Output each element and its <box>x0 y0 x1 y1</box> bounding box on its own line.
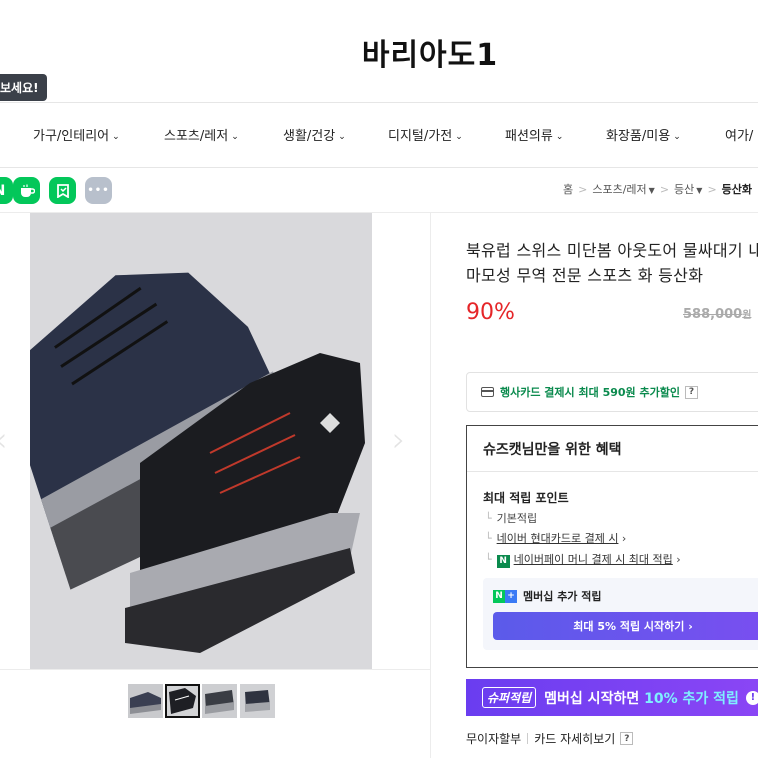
button-label: 최대 5% 적립 시작하기 <box>573 620 685 633</box>
npay-money-row[interactable]: └ N 네이버페이 머니 결제 시 최대 적립 › <box>485 551 681 568</box>
chevron-down-icon: ⌄ <box>555 132 564 142</box>
product-title: 북유럽 스위스 미단봄 아웃도어 물싸대기 내마모성 무역 전문 스포츠 화 등… <box>466 241 758 285</box>
basic-points-label: 기본적립 <box>496 512 538 525</box>
thumbnail[interactable] <box>202 684 237 718</box>
npay-money-link[interactable]: 네이버페이 머니 결제 시 최대 적립 <box>514 553 673 566</box>
installment-label: 무이자할부 <box>466 732 522 746</box>
hyundai-card-link[interactable]: 네이버 현대카드로 결제 시 <box>497 532 619 545</box>
breadcrumb-label: 스포츠/레저 <box>592 183 647 196</box>
thumbnail[interactable] <box>128 684 163 718</box>
membership-box: N + 멤버십 추가 적립 최대 5% 적립 시작하기 › <box>483 578 758 650</box>
breadcrumb-current[interactable]: 등산화 <box>722 183 752 196</box>
membership-header: N + 멤버십 추가 적립 <box>493 588 602 604</box>
max-points-label: 최대 적립 포인트 <box>483 491 569 505</box>
membership-start-button[interactable]: 최대 5% 적립 시작하기 › <box>493 612 758 640</box>
basic-points-row: └ 기본적립 <box>485 510 537 526</box>
divider <box>467 471 758 472</box>
prev-arrow-icon[interactable]: ‹ <box>0 420 8 460</box>
column-divider <box>430 213 431 758</box>
npay-icon: N <box>496 554 510 568</box>
thumbnail[interactable] <box>240 684 275 718</box>
breadcrumb-home[interactable]: 홈 <box>563 183 573 196</box>
banner-text: 멤버십 시작하면 <box>544 690 645 707</box>
banner-highlight: 10% 추가 적립 <box>644 690 739 707</box>
divider <box>527 733 529 744</box>
nav-label: 가구/인테리어 <box>33 129 110 144</box>
cafe-icon[interactable] <box>13 177 40 204</box>
nav-label: 생활/건강 <box>283 129 336 144</box>
chevron-down-icon: ⌄ <box>112 132 120 142</box>
chevron-right-icon: › <box>618 532 627 545</box>
breadcrumb-sports[interactable]: 스포츠/레저 ▼ <box>592 183 654 196</box>
help-icon[interactable]: ? <box>620 732 634 745</box>
card-icon <box>481 387 494 397</box>
caret-down-icon: ▼ <box>648 186 655 195</box>
price-value: 588,000 <box>683 307 743 322</box>
chevron-right-icon: > <box>659 183 670 196</box>
product-main-image[interactable] <box>30 213 372 670</box>
nav-label: 화장품/미용 <box>606 129 671 144</box>
chevron-down-icon: ⌄ <box>455 132 463 142</box>
chevron-down-icon: ⌄ <box>673 132 681 142</box>
corner-icon: └ <box>485 553 492 566</box>
store-title[interactable]: 바리아도1 <box>0 30 758 74</box>
blog-icon[interactable] <box>49 177 76 204</box>
chevron-right-icon: > <box>578 183 588 196</box>
thumbnail-selected[interactable] <box>165 684 200 718</box>
naver-plus-icon: N + <box>493 589 517 603</box>
category-nav: 가구/인테리어 ⌄ 스포츠/레저 ⌄ 생활/건강 ⌄ 디지털/가전 ⌄ 패션의류 ⌄ 화장… <box>0 103 758 167</box>
chevron-down-icon: ⌄ <box>338 132 346 142</box>
original-price: 588,000원 <box>683 306 751 322</box>
chevron-down-icon: ⌄ <box>231 132 239 142</box>
corner-icon: └ <box>485 532 492 545</box>
breadcrumb-label: 등산 <box>674 183 695 196</box>
chevron-right-icon: › <box>672 553 681 566</box>
nav-label: 여가/ <box>725 129 754 144</box>
nav-item-digital[interactable]: 디지털/가전 ⌄ <box>388 125 463 144</box>
hyundai-card-row[interactable]: └ 네이버 현대카드로 결제 시 › <box>485 530 626 546</box>
corner-icon: └ <box>485 512 492 525</box>
nav-label: 디지털/가전 <box>388 129 453 144</box>
currency-unit: 원 <box>742 310 752 321</box>
benefit-panel: 슈즈캣님만을 위한 혜택 최대 적립 포인트 └ 기본적립 └ 네이버 현대카드로 … <box>466 425 758 668</box>
nav-item-fashion[interactable]: 패션의류 ⌄ <box>505 125 563 144</box>
nav-item-health[interactable]: 생활/건강 ⌄ <box>283 125 346 144</box>
card-offer-text: 행사카드 결제시 최대 590원 추가할인 <box>500 386 680 399</box>
divider <box>0 669 430 670</box>
chevron-right-icon: › <box>684 619 693 633</box>
tooltip-bubble: 보세요! <box>0 74 47 101</box>
super-points-tag: 슈퍼적립 <box>482 687 537 708</box>
super-points-banner[interactable]: 슈퍼적립 멤버십 시작하면 10% 추가 적립 ! <box>466 679 758 716</box>
nav-label: 패션의류 <box>505 129 553 144</box>
nav-label: 스포츠/레저 <box>164 129 229 144</box>
installment-row: 무이자할부 카드 자세히보기 ? <box>466 730 634 747</box>
caret-down-icon: ▼ <box>696 186 703 195</box>
divider <box>0 167 758 168</box>
naver-icon[interactable]: N <box>0 177 13 204</box>
discount-rate: 90% <box>466 300 515 325</box>
nav-item-sports[interactable]: 스포츠/레저 ⌄ <box>164 125 239 144</box>
super-banner-text: 멤버십 시작하면 10% 추가 적립 <box>544 688 739 708</box>
card-detail-link[interactable]: 카드 자세히보기 <box>534 730 615 747</box>
chevron-right-icon: > <box>707 183 717 196</box>
more-icon[interactable]: ••• <box>85 177 112 204</box>
help-icon[interactable]: ? <box>684 385 698 399</box>
membership-label: 멤버십 추가 적립 <box>523 590 602 603</box>
card-discount-offer[interactable]: 행사카드 결제시 최대 590원 추가할인 ? <box>466 372 758 412</box>
next-arrow-icon[interactable]: › <box>392 420 406 460</box>
breadcrumb: 홈 > 스포츠/레저 ▼ > 등산 ▼ > 등산화 <box>563 181 752 197</box>
benefit-title: 슈즈캣님만을 위한 혜택 <box>483 442 622 458</box>
nav-item-furniture[interactable]: 가구/인테리어 ⌄ <box>33 125 120 144</box>
nav-item-beauty[interactable]: 화장품/미용 ⌄ <box>606 125 681 144</box>
breadcrumb-hiking[interactable]: 등산 ▼ <box>674 183 702 196</box>
info-icon: ! <box>745 690 758 705</box>
nav-item-leisure[interactable]: 여가/ <box>725 125 753 144</box>
